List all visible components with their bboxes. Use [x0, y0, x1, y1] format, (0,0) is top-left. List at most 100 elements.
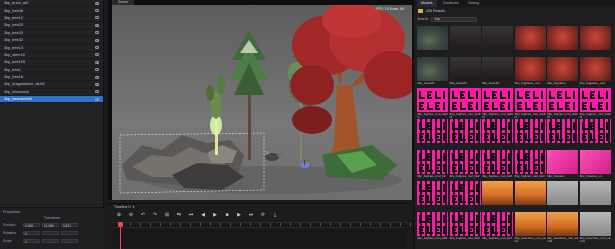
property-field-x[interactable]: 1 [23, 238, 40, 244]
asset-item[interactable] [547, 26, 578, 50]
asset-item[interactable]: 3kp_foglnes_mul_bk [417, 150, 448, 178]
asset-item[interactable] [482, 119, 513, 143]
timeline-control-icon[interactable]: ⏭ [248, 212, 254, 218]
visibility-eye-icon[interactable] [95, 23, 99, 27]
asset-item[interactable]: 3kp_beachsm_mul_sand3 [579, 212, 611, 244]
property-field-y[interactable]: 11.096 [42, 222, 59, 228]
asset-item[interactable]: 3kp_foglnes_mul_bk5 [417, 212, 448, 240]
visibility-eye-icon[interactable] [95, 75, 99, 79]
timeline-control-icon[interactable]: ⏮ [188, 212, 194, 218]
asset-item[interactable] [579, 119, 611, 143]
outliner-item[interactable]: 3kp_tree16 [0, 74, 103, 82]
outliner-item[interactable]: 3kp_tree1 [0, 67, 103, 74]
timeline-control-icon[interactable]: ⊞ [164, 212, 170, 218]
tab-creatures[interactable]: Creatures [439, 0, 463, 7]
tab-debug[interactable]: Debug [464, 0, 483, 7]
property-field-z[interactable] [61, 230, 78, 236]
asset-item[interactable]: 3kp_foglnes_mul_bk3 [482, 150, 513, 178]
timeline-control-icon[interactable]: ⊕ [116, 212, 122, 218]
asset-item[interactable] [514, 26, 546, 50]
asset-item[interactable] [547, 119, 578, 143]
outliner-item[interactable]: 3kp_tree105 [0, 59, 103, 67]
outliner-item[interactable]: 3kp_tree08 [0, 7, 103, 15]
asset-item[interactable]: 3kp_shadow [547, 150, 578, 178]
timeline-control-icon[interactable]: ■ [224, 212, 230, 218]
asset-item[interactable] [514, 181, 546, 205]
visibility-eye-icon[interactable] [95, 68, 99, 72]
playhead[interactable] [118, 222, 123, 249]
asset-item[interactable]: 3kp_beachsm_mul_sand2 [547, 212, 578, 244]
asset-item[interactable] [417, 119, 448, 143]
timeline-control-icon[interactable]: ⊖ [128, 212, 134, 218]
timeline-control-icon[interactable]: ▶ [212, 212, 218, 218]
outliner-item[interactable]: 3kp_dragonstone_alu92 [0, 81, 103, 89]
asset-item[interactable] [417, 181, 448, 205]
asset-item[interactable] [547, 181, 578, 205]
asset-item[interactable]: 3kp_tree122 [482, 57, 513, 85]
visibility-eye-icon[interactable] [95, 38, 99, 42]
outliner-item[interactable]: 3kp_stem15 [0, 52, 103, 60]
visibility-eye-icon[interactable] [95, 46, 99, 50]
visibility-eye-icon[interactable] [95, 53, 99, 57]
asset-item[interactable]: 3kp_foglnes_mul_leaftr1 [417, 88, 448, 120]
property-field-y[interactable] [42, 238, 59, 244]
chevron-down-icon[interactable]: ▾ [132, 205, 134, 209]
asset-item[interactable]: 3kp_foglnes_mul_leaftr4 [514, 88, 546, 120]
timeline-control-icon[interactable]: ▶ [236, 212, 242, 218]
asset-item[interactable]: 3kp_tree121 [449, 57, 481, 85]
outliner-item[interactable]: 3kp_truck_wt2 [0, 0, 103, 8]
timeline-control-icon[interactable]: ↶ [140, 212, 146, 218]
asset-item[interactable]: 3kp_foglnes_mul_bk2 [449, 150, 481, 178]
outliner-item[interactable]: 3kp_tree12 [0, 15, 103, 23]
visibility-eye-icon[interactable] [95, 60, 99, 64]
asset-item[interactable]: 3kp_foglnes_mul_leaftr3 [482, 88, 513, 120]
visibility-eye-icon[interactable] [95, 9, 99, 13]
asset-item[interactable]: 3kp_foglnes_mul_leaftr6 [579, 88, 611, 120]
asset-item[interactable]: 3kp_foglnes_mul_leaftr5 [547, 88, 578, 120]
asset-item[interactable] [449, 119, 481, 143]
timeline-control-icon[interactable]: ⤓ [272, 212, 278, 218]
asset-item[interactable]: 3kp_foglnes_mul_leaftr2 [449, 88, 481, 120]
property-field-z[interactable] [61, 238, 78, 244]
property-field-x[interactable]: 0 [23, 230, 40, 236]
asset-item[interactable] [482, 181, 513, 205]
asset-item[interactable]: 3kp_tree120 [417, 57, 448, 85]
visibility-eye-icon[interactable] [95, 31, 99, 35]
visibility-eye-icon[interactable] [95, 97, 99, 101]
asset-item[interactable]: 3kp_fogplane [547, 57, 578, 85]
outliner-item[interactable]: 3kp_tree13 [0, 44, 103, 52]
asset-item[interactable]: 3kp_fogplane_uv1 [514, 57, 546, 85]
scene-view[interactable]: FPS: 74 Draw: 96 [112, 5, 412, 200]
timeline-control-icon[interactable]: ⟳ [260, 212, 266, 218]
asset-item[interactable] [579, 26, 611, 50]
visibility-eye-icon[interactable] [95, 90, 99, 94]
visibility-eye-icon[interactable] [95, 16, 99, 20]
timeline-control-icon[interactable]: ↷ [152, 212, 158, 218]
outliner-item[interactable]: 3kp_tree25 [0, 30, 103, 37]
asset-item[interactable]: 3kp_foglnes_mul_bk6 [449, 212, 481, 240]
timeline-track[interactable] [112, 222, 411, 249]
asset-item[interactable] [482, 26, 513, 50]
asset-item[interactable] [449, 26, 481, 50]
asset-item[interactable]: 3kp_beachsm_mul_sand [514, 212, 546, 244]
asset-item[interactable]: 3kp_fogplane_uv2 [579, 57, 611, 85]
outliner-item[interactable]: 3kp_beamrock [0, 89, 103, 97]
asset-item[interactable]: 3kp_foglnes_mul_bk7 [482, 212, 513, 240]
asset-item[interactable] [579, 181, 611, 205]
timeline-control-icon[interactable]: ⇆ [176, 212, 182, 218]
search-input[interactable] [431, 16, 478, 22]
visibility-eye-icon[interactable] [95, 1, 99, 5]
outliner-item[interactable]: 3kp_tree20 [0, 22, 103, 30]
outliner-item[interactable]: 3kp_beamsmr09 [0, 96, 103, 104]
visibility-eye-icon[interactable] [95, 82, 99, 86]
asset-item[interactable] [449, 181, 481, 205]
outliner-item[interactable]: 3kp_tree32 [0, 37, 103, 45]
asset-item[interactable] [417, 26, 448, 50]
property-field-z[interactable]: 0.871 [61, 222, 78, 228]
property-field-y[interactable] [42, 230, 59, 236]
asset-item[interactable] [514, 119, 546, 143]
property-field-x[interactable]: 0.156 [23, 222, 40, 228]
asset-item[interactable]: 3kp_shadow_uv [579, 150, 611, 178]
timeline-control-icon[interactable]: ◀ [200, 212, 206, 218]
tab-models[interactable]: Models [417, 0, 437, 7]
